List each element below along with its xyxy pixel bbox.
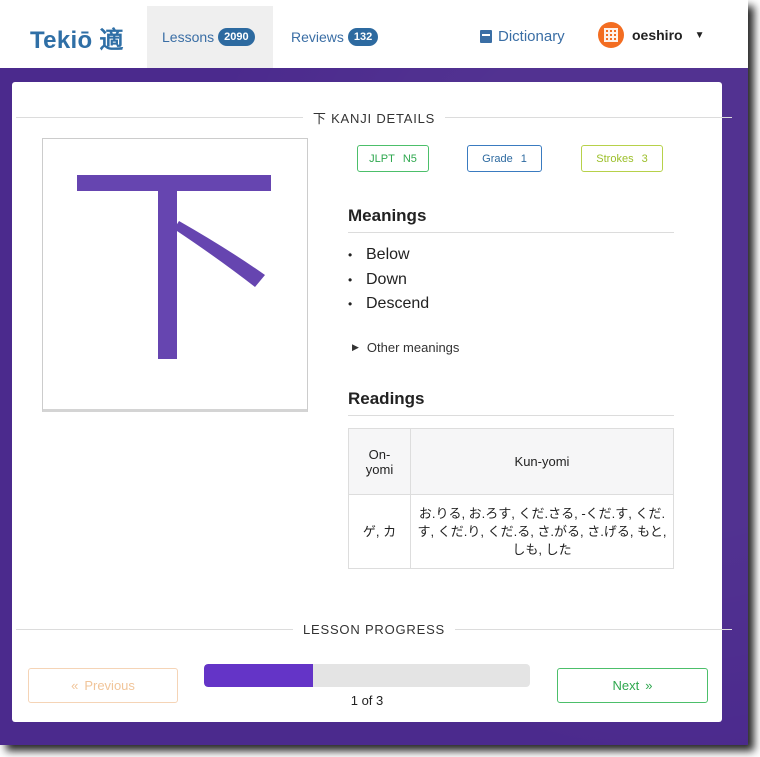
meanings-title: Meanings xyxy=(348,206,674,233)
previous-label: Previous xyxy=(84,678,135,693)
table-header-row: On-yomi Kun-yomi xyxy=(348,428,674,495)
caret-right-icon: ▶ xyxy=(352,342,359,352)
dictionary-label: Dictionary xyxy=(498,28,565,45)
app-window: Tekiō 適 Lessons 2090 Reviews 132 Diction… xyxy=(0,0,748,745)
avatar xyxy=(598,22,624,48)
jlpt-badge: JLPT N5 xyxy=(357,145,429,172)
divider xyxy=(445,117,733,118)
progress-bar xyxy=(204,664,530,687)
app-logo[interactable]: Tekiō 適 xyxy=(30,20,124,55)
caret-down-icon: ▼ xyxy=(694,29,705,41)
meaning-text: Descend xyxy=(366,295,430,312)
progress-text: 1 of 3 xyxy=(350,693,384,708)
meaning-item: • Down xyxy=(348,271,407,289)
table-row: ゲ, カ お.りる, お.ろす, くだ.さる, -くだ.す, くだ.す, くだ.… xyxy=(348,494,674,569)
book-icon xyxy=(480,30,492,43)
user-menu[interactable]: oeshiro ▼ xyxy=(598,22,704,48)
grade-value: 1 xyxy=(520,152,527,165)
bullet: • xyxy=(348,297,353,311)
divider xyxy=(455,629,733,630)
meaning-item: • Below xyxy=(348,246,410,264)
next-button[interactable]: Next » xyxy=(557,668,708,703)
kanji-glyph-drawing xyxy=(77,175,271,359)
next-label: Next xyxy=(612,678,640,693)
bullet: • xyxy=(348,248,353,262)
tab-reviews[interactable]: Reviews 132 xyxy=(276,6,386,68)
progress-bar-fill xyxy=(204,664,313,687)
tab-lessons[interactable]: Lessons 2090 xyxy=(147,6,273,68)
bullet: • xyxy=(348,273,353,287)
strokes-value: 3 xyxy=(641,152,648,165)
strokes-label: Strokes xyxy=(596,152,634,165)
kanji-stroke-3 xyxy=(174,221,265,287)
double-chevron-right-icon: » xyxy=(645,678,653,693)
previous-button[interactable]: « Previous xyxy=(28,668,178,703)
other-meanings-label: Other meanings xyxy=(366,340,460,355)
kanji-details-title: 下 KANJI DETAILS xyxy=(312,111,436,126)
readings-table: On-yomi Kun-yomi ゲ, カ お.りる, お.ろす, くだ.さる,… xyxy=(348,428,674,569)
kanji-stroke-2 xyxy=(158,175,177,359)
kanji-details-heading: 下 KANJI DETAILS xyxy=(16,108,733,127)
grade-badge: Grade 1 xyxy=(467,145,542,172)
lesson-progress-title: LESSON PROGRESS xyxy=(302,622,446,637)
lesson-progress-heading: LESSON PROGRESS xyxy=(16,622,733,637)
strokes-badge: Strokes 3 xyxy=(581,145,663,172)
other-meanings-toggle[interactable]: ▶ Other meanings xyxy=(352,340,459,355)
divider xyxy=(16,117,303,118)
jlpt-value: N5 xyxy=(402,152,417,165)
readings-title: Readings xyxy=(348,389,674,416)
divider xyxy=(16,629,293,630)
top-nav: Tekiō 適 Lessons 2090 Reviews 132 Diction… xyxy=(0,0,748,68)
reviews-label: Reviews xyxy=(291,29,344,45)
lessons-label: Lessons xyxy=(162,29,215,45)
on-yomi-header: On-yomi xyxy=(348,428,411,495)
username: oeshiro xyxy=(632,27,683,43)
lessons-count-badge: 2090 xyxy=(218,28,255,46)
dictionary-link[interactable]: Dictionary xyxy=(480,28,565,45)
meaning-text: Below xyxy=(366,246,410,263)
double-chevron-left-icon: « xyxy=(71,678,79,693)
kun-yomi-value: お.りる, お.ろす, くだ.さる, -くだ.す, くだ.す, くだ.り, くだ… xyxy=(410,494,674,569)
kanji-stroke-image xyxy=(42,138,308,412)
grade-label: Grade xyxy=(482,152,513,165)
jlpt-label: JLPT xyxy=(369,152,395,165)
on-yomi-value: ゲ, カ xyxy=(348,494,411,569)
kun-yomi-header: Kun-yomi xyxy=(410,428,674,495)
meaning-item: • Descend xyxy=(348,295,429,313)
reviews-count-badge: 132 xyxy=(347,28,379,46)
meaning-text: Down xyxy=(366,271,407,288)
